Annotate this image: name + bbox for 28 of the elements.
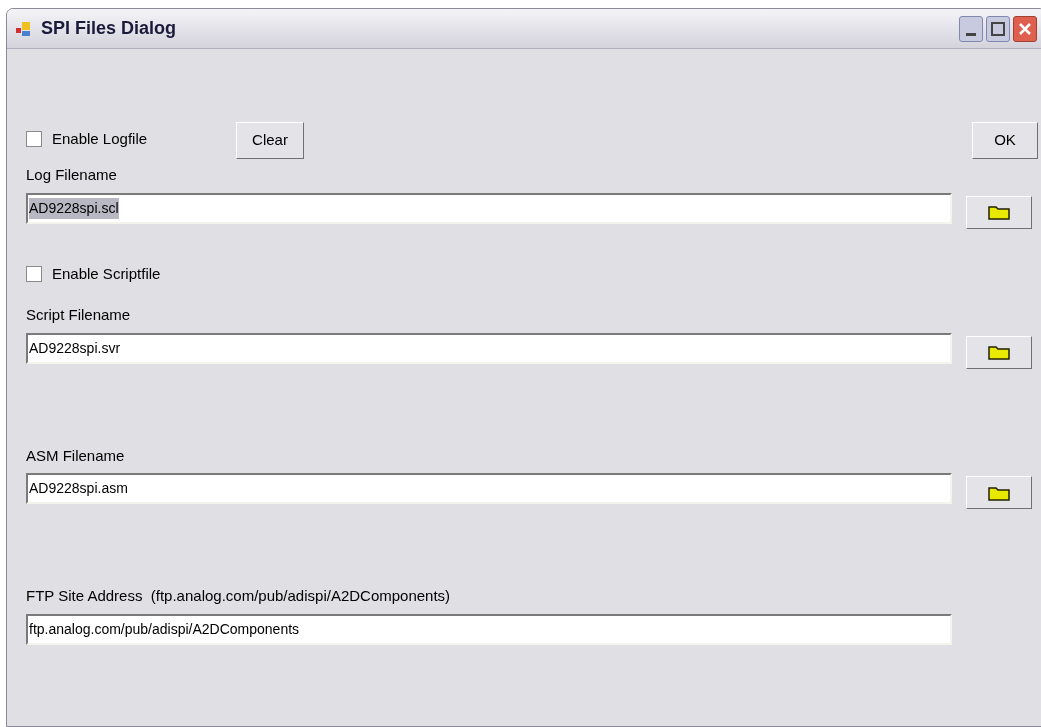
ok-button[interactable]: OK <box>972 122 1038 159</box>
text-field[interactable]: AD9228spi.svr <box>26 332 952 364</box>
minimize-button[interactable] <box>959 15 983 42</box>
checkbox-label: Enable Logfile <box>52 129 148 149</box>
maximize-button[interactable] <box>986 15 1010 42</box>
app-icon <box>15 20 33 37</box>
text-field[interactable]: AD9228spi.asm <box>26 473 952 504</box>
checkbox[interactable] <box>26 131 42 148</box>
browse-button[interactable] <box>966 195 1032 229</box>
checkbox-label: Enable Scriptfile <box>52 263 161 284</box>
checkbox[interactable] <box>26 265 42 282</box>
field-label: Log Filename <box>26 165 117 185</box>
folder-icon <box>988 204 1010 220</box>
field-label: ASM Filename <box>26 445 125 466</box>
close-button[interactable] <box>1013 15 1037 42</box>
maximize-icon <box>991 21 1005 36</box>
folder-icon <box>988 484 1010 501</box>
minimize-icon <box>966 32 976 36</box>
text-field[interactable]: AD9228spi.scl <box>26 192 952 224</box>
close-icon <box>1018 21 1032 36</box>
clear-button[interactable]: Clear <box>236 122 304 159</box>
folder-icon <box>988 344 1010 360</box>
field-label: FTP Site Address (ftp.analog.com/pub/adispi/A2DComponents) <box>26 586 451 606</box>
window-title: SPI Files Dialog <box>41 17 177 40</box>
text-field[interactable]: ftp.analog.com/pub/adispi/A2DComponents <box>26 613 952 645</box>
browse-button[interactable] <box>966 476 1032 509</box>
browse-button[interactable] <box>966 335 1032 369</box>
field-label: Script Filename <box>26 305 131 325</box>
